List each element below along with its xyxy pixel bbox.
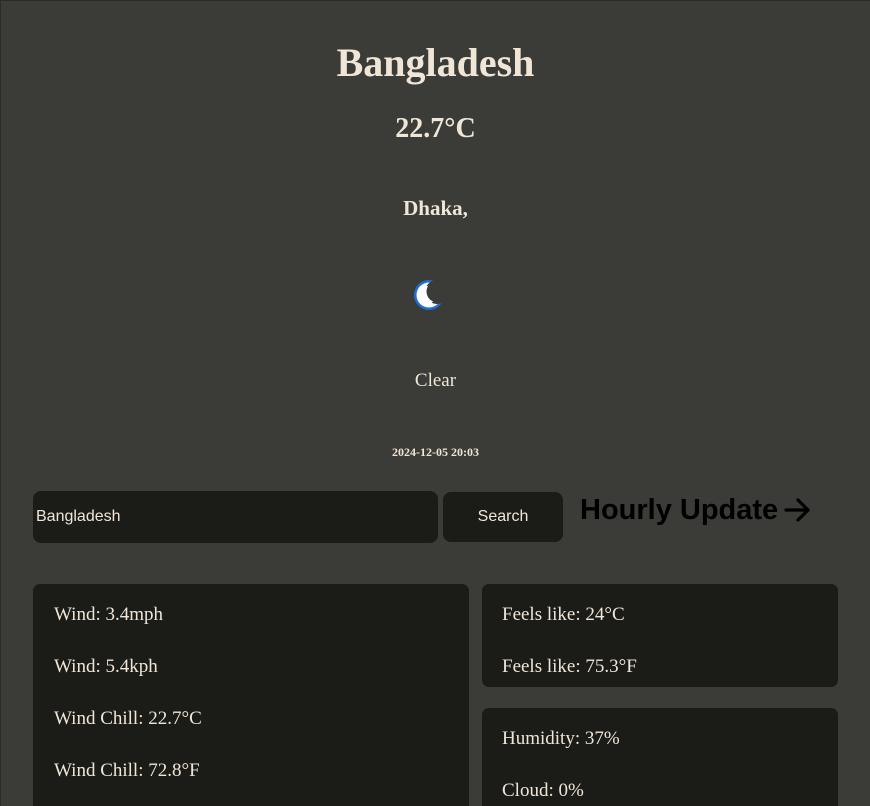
feels-like-celsius: Feels like: 24°C	[502, 604, 625, 625]
wind-chill-celsius: Wind Chill: 22.7°C	[54, 708, 202, 729]
arrow-right-icon	[784, 496, 812, 524]
city-name: Dhaka,	[403, 196, 468, 220]
hourly-update-label: Hourly Update	[580, 493, 779, 526]
feels-like-fahrenheit: Feels like: 75.3°F	[502, 656, 637, 677]
search-button[interactable]: Search	[443, 492, 563, 542]
wind-card: Wind: 3.4mph Wind: 5.4kph Wind Chill: 22…	[33, 584, 469, 806]
wind-kph: Wind: 5.4kph	[54, 656, 158, 677]
weather-condition: Clear	[414, 370, 457, 391]
cloud-value: Cloud: 0%	[502, 780, 584, 801]
crescent-moon-icon	[411, 277, 449, 313]
wind-chill-fahrenheit: Wind Chill: 72.8°F	[54, 760, 200, 781]
temperature: 22.7°C	[395, 113, 476, 144]
humidity-card: Humidity: 37% Cloud: 0%	[482, 708, 838, 806]
search-input[interactable]	[33, 491, 438, 543]
feels-like-card: Feels like: 24°C Feels like: 75.3°F	[482, 584, 838, 687]
local-datetime: 2024-12-05 20:03	[392, 445, 479, 459]
country-title: Bangladesh	[336, 40, 535, 85]
hourly-update-link[interactable]: Hourly Update	[580, 491, 812, 529]
wind-mph: Wind: 3.4mph	[54, 604, 164, 625]
crescent-moon-icon-graphic	[414, 280, 449, 310]
humidity-value: Humidity: 37%	[502, 728, 620, 749]
